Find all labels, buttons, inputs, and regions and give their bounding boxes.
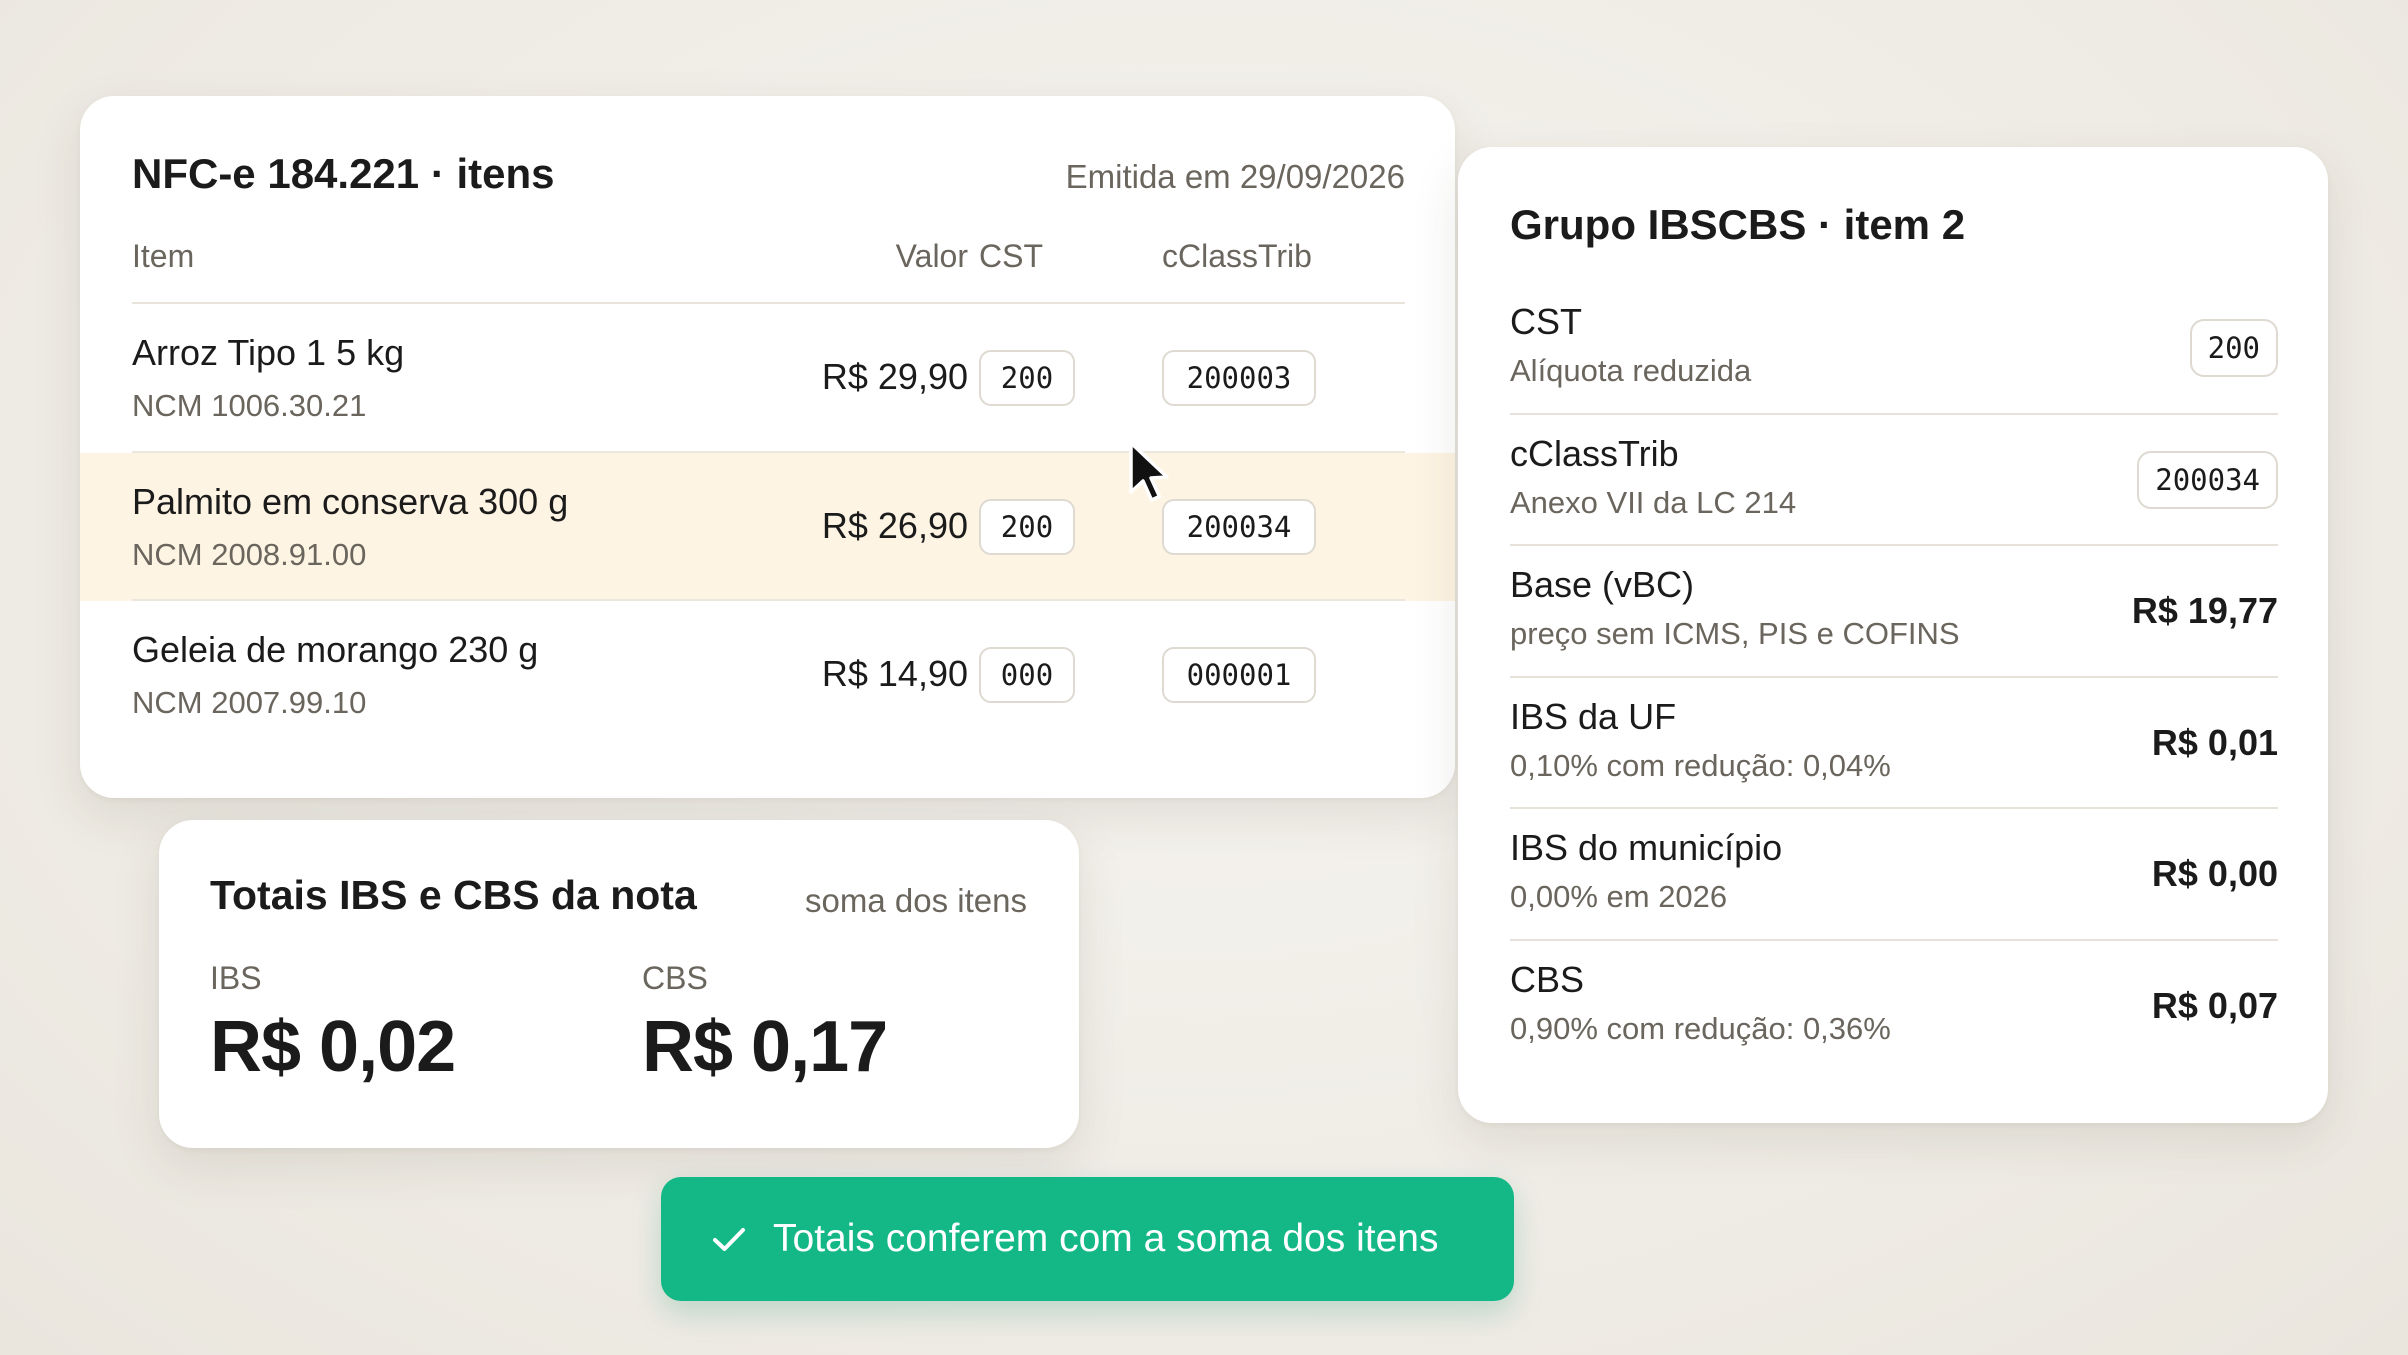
row-divider [1510, 544, 2278, 546]
row-divider [1510, 676, 2278, 678]
check-icon [709, 1219, 749, 1259]
table-row[interactable]: Geleia de morango 230 g NCM 2007.99.10 R… [80, 601, 1455, 749]
group-row-label: IBS da UF [1510, 696, 1677, 737]
item-ncm: NCM 2008.91.00 [132, 537, 367, 572]
group-card-title: Grupo IBSCBS · item 2 [1510, 201, 1966, 248]
column-header-valor: Valor [895, 238, 968, 274]
items-card-title: NFC-e 184.221 · itens [132, 150, 555, 197]
group-row-cst: CST Alíquota reduzida 200 [1510, 295, 2278, 426]
cbs-total-label: CBS [642, 960, 708, 996]
cclasstrib-chip: 200003 [1162, 350, 1316, 406]
table-row[interactable]: Arroz Tipo 1 5 kg NCM 1006.30.21 R$ 29,9… [80, 304, 1455, 452]
ibscbs-group-card: Grupo IBSCBS · item 2 CST Alíquota reduz… [1458, 147, 2328, 1123]
group-row-label: cClassTrib [1510, 433, 1679, 474]
group-row-value: R$ 0,00 [2151, 853, 2278, 894]
cclasstrib-chip: 200034 [1162, 499, 1316, 555]
group-row-ibs-uf: IBS da UF 0,10% com redução: 0,04% R$ 0,… [1510, 690, 2278, 821]
cst-chip: 000 [979, 647, 1075, 703]
group-row-value: R$ 0,01 [2151, 722, 2278, 763]
group-row-sub: Alíquota reduzida [1510, 353, 1752, 388]
cclasstrib-chip: 200034 [2137, 451, 2278, 509]
item-valor: R$ 14,90 [821, 653, 968, 694]
cbs-total-value: R$ 0,17 [642, 1007, 888, 1087]
group-row-value: R$ 19,77 [2131, 590, 2278, 631]
totals-card-title: Totais IBS e CBS da nota [210, 872, 697, 918]
table-row-selected[interactable]: Palmito em conserva 300 g NCM 2008.91.00… [80, 453, 1455, 601]
group-row-sub: Anexo VII da LC 214 [1510, 485, 1797, 520]
item-ncm: NCM 1006.30.21 [132, 388, 367, 423]
group-row-cbs: CBS 0,90% com redução: 0,36% R$ 0,07 [1510, 953, 2278, 1084]
cst-chip: 200 [979, 350, 1075, 406]
group-row-sub: 0,90% com redução: 0,36% [1510, 1011, 1891, 1046]
cst-chip: 200 [2189, 319, 2278, 377]
group-row-cclasstrib: cClassTrib Anexo VII da LC 214 200034 [1510, 427, 2278, 558]
row-divider [1510, 413, 2278, 415]
item-name: Geleia de morango 230 g [132, 629, 539, 670]
group-row-sub: preço sem ICMS, PIS e COFINS [1510, 616, 1960, 651]
issue-date: Emitida em 29/09/2026 [1065, 158, 1405, 195]
totals-card: Totais IBS e CBS da nota soma dos itens … [159, 820, 1079, 1148]
item-valor: R$ 29,90 [821, 356, 968, 397]
group-row-label: CST [1510, 301, 1582, 342]
group-row-label: Base (vBC) [1510, 564, 1695, 605]
item-name: Arroz Tipo 1 5 kg [132, 332, 405, 373]
totals-note: soma dos itens [805, 882, 1027, 919]
success-toast: Totais conferem com a soma dos itens [661, 1177, 1514, 1301]
group-row-label: IBS do município [1510, 827, 1783, 868]
item-name: Palmito em conserva 300 g [132, 481, 569, 522]
item-valor: R$ 26,90 [821, 505, 968, 546]
cst-chip: 200 [979, 499, 1075, 555]
group-row-sub: 0,10% com redução: 0,04% [1510, 748, 1891, 783]
items-card: NFC-e 184.221 · itens Emitida em 29/09/2… [80, 96, 1455, 798]
group-row-value: R$ 0,07 [2151, 985, 2278, 1026]
ibs-total-value: R$ 0,02 [210, 1007, 456, 1087]
cclasstrib-chip: 000001 [1162, 647, 1316, 703]
group-row-base: Base (vBC) preço sem ICMS, PIS e COFINS … [1510, 558, 2278, 689]
row-divider [1510, 807, 2278, 809]
group-row-label: CBS [1510, 959, 1585, 1000]
mouse-pointer-icon [1129, 441, 1169, 502]
item-ncm: NCM 2007.99.10 [132, 685, 367, 720]
column-header-cclasstrib: cClassTrib [1162, 238, 1312, 274]
row-divider [1510, 939, 2278, 941]
column-header-cst: CST [979, 238, 1043, 274]
column-header-item: Item [132, 238, 195, 274]
toast-message: Totais conferem com a soma dos itens [773, 1217, 1439, 1260]
group-row-ibs-municipio: IBS do município 0,00% em 2026 R$ 0,00 [1510, 821, 2278, 952]
ibs-total-label: IBS [210, 960, 262, 996]
group-row-sub: 0,00% em 2026 [1510, 879, 1728, 914]
